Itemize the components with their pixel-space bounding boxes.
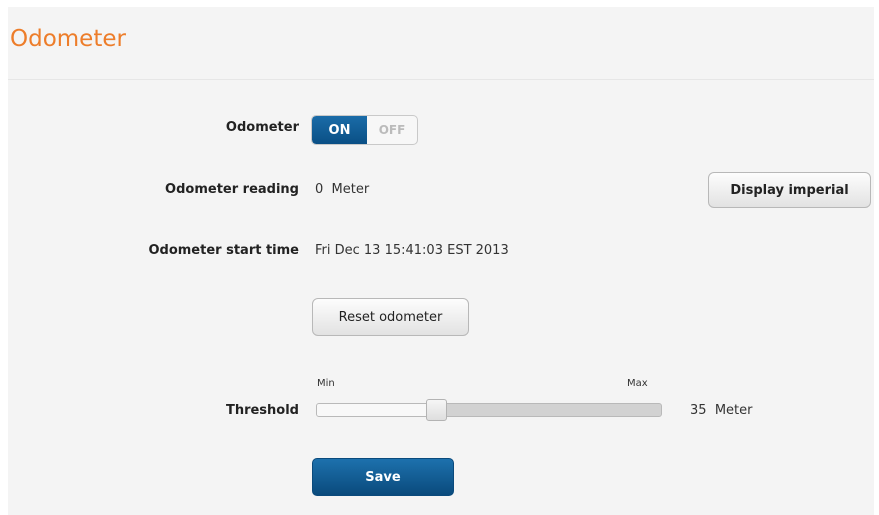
reading-number: 0 bbox=[315, 182, 324, 197]
odometer-reading-value: 0 Meter bbox=[315, 182, 369, 197]
threshold-unit: Meter bbox=[714, 403, 753, 418]
toggle-on-option[interactable]: ON bbox=[312, 116, 367, 144]
save-button[interactable]: Save bbox=[312, 458, 454, 496]
reset-odometer-button[interactable]: Reset odometer bbox=[312, 298, 469, 336]
odometer-toggle[interactable]: ON OFF bbox=[311, 115, 418, 145]
threshold-value: 35 Meter bbox=[690, 403, 752, 418]
threshold-number: 35 bbox=[690, 403, 707, 418]
slider-range bbox=[317, 404, 438, 416]
odometer-label: Odometer bbox=[225, 120, 299, 135]
threshold-label: Threshold bbox=[225, 403, 299, 418]
page-title: Odometer bbox=[10, 26, 126, 52]
slider-min-label: Min bbox=[317, 378, 335, 389]
title-divider bbox=[8, 79, 874, 80]
settings-panel bbox=[8, 7, 874, 515]
slider-max-label: Max bbox=[627, 378, 648, 389]
slider-handle[interactable] bbox=[426, 399, 448, 421]
threshold-slider[interactable] bbox=[316, 399, 662, 421]
odometer-start-time-label: Odometer start time bbox=[148, 243, 299, 258]
display-imperial-button[interactable]: Display imperial bbox=[708, 172, 871, 208]
reading-unit: Meter bbox=[331, 182, 370, 197]
toggle-off-option[interactable]: OFF bbox=[367, 116, 417, 144]
odometer-reading-label: Odometer reading bbox=[165, 182, 299, 197]
odometer-start-time-value: Fri Dec 13 15:41:03 EST 2013 bbox=[315, 243, 509, 258]
